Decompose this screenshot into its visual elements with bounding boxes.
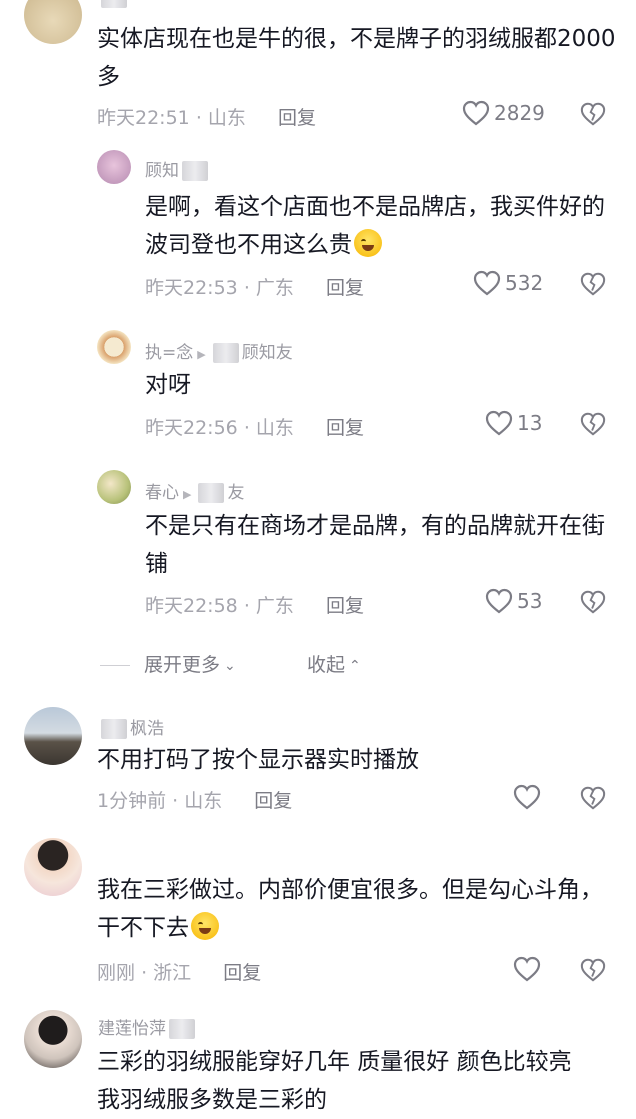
comment-time: 刚刚 xyxy=(97,962,136,984)
divider xyxy=(100,665,130,666)
comment-time: 昨天22:56 xyxy=(145,417,238,439)
heart-outline-icon xyxy=(513,784,541,810)
comment-meta: 昨天22:58 · 广东 回复 xyxy=(145,591,364,618)
comment-text: 对呀 xyxy=(145,372,191,398)
comment-time: 1分钟前 xyxy=(97,790,167,812)
dislike-button[interactable] xyxy=(580,101,606,127)
rofl-emoji xyxy=(191,912,219,940)
laugh-cry-emoji xyxy=(354,229,382,257)
avatar[interactable] xyxy=(24,1010,82,1068)
comment-text: 三彩的羽绒服能穿好几年 质量很好 颜色比较亮 我羽绒服多数是三彩的 xyxy=(97,1049,572,1113)
reply-arrow-icon: ▶ xyxy=(197,348,206,361)
meta-separator: · xyxy=(195,107,202,129)
like-count: 532 xyxy=(505,271,544,295)
comment-meta: 昨天22:53 · 广东 回复 xyxy=(145,273,364,300)
expand-more-button[interactable]: 展开更多 ⌄ xyxy=(144,654,236,676)
like-button[interactable]: 2829 xyxy=(462,100,545,126)
broken-heart-icon xyxy=(580,271,606,297)
like-button[interactable]: 13 xyxy=(485,410,542,436)
dislike-button[interactable] xyxy=(580,411,606,437)
collapse-button[interactable]: 收起 ⌃ xyxy=(307,650,361,677)
avatar[interactable] xyxy=(97,470,131,504)
comment-region: 山东 xyxy=(255,417,294,439)
comment-region: 山东 xyxy=(207,107,246,129)
comment-meta: 昨天22:51 · 山东 回复 xyxy=(97,103,316,130)
meta-separator: · xyxy=(243,277,250,299)
username[interactable]: 枫浩 xyxy=(98,714,164,739)
reply-button[interactable]: 回复 xyxy=(254,790,292,812)
comment-region: 广东 xyxy=(255,595,294,617)
chevron-down-icon: ⌄ xyxy=(224,658,236,674)
username[interactable]: 执=念 ▶ 顾知友 xyxy=(145,338,293,363)
comment-region: 山东 xyxy=(184,790,223,812)
heart-outline-icon xyxy=(485,410,513,436)
dislike-button[interactable] xyxy=(580,957,606,983)
comment-text: 是啊，看这个店面也不是品牌店，我买件好的波司登也不用这么贵 xyxy=(145,194,605,258)
comment-text: 不是只有在商场才是品牌，有的品牌就开在街铺 xyxy=(145,513,605,577)
avatar[interactable] xyxy=(97,150,131,184)
like-button[interactable]: 53 xyxy=(485,588,542,614)
heart-outline-icon xyxy=(513,956,541,982)
comment-text: 我在三彩做过。内部价便宜很多。但是勾心斗角，干不下去 xyxy=(97,877,603,941)
dislike-button[interactable] xyxy=(580,271,606,297)
comment-meta: 刚刚 · 浙江 回复 xyxy=(97,958,261,985)
reply-button[interactable]: 回复 xyxy=(223,962,261,984)
avatar[interactable] xyxy=(97,330,131,364)
comment-meta: 昨天22:56 · 山东 回复 xyxy=(145,413,364,440)
heart-outline-icon xyxy=(473,270,501,296)
broken-heart-icon xyxy=(580,411,606,437)
dislike-button[interactable] xyxy=(580,589,606,615)
meta-separator: · xyxy=(172,790,179,812)
reply-button[interactable]: 回复 xyxy=(326,277,364,299)
heart-outline-icon xyxy=(462,100,490,126)
comment-text: 不用打码了按个显示器实时播放 xyxy=(97,747,419,773)
username-blurred[interactable] xyxy=(98,0,130,8)
dislike-button[interactable] xyxy=(580,785,606,811)
chevron-up-icon: ⌃ xyxy=(349,658,361,674)
comment-text: 实体店现在也是牛的很，不是牌子的羽绒服都2000多 xyxy=(97,26,616,90)
username[interactable]: 春心 ▶ 友 xyxy=(145,478,244,503)
reply-button[interactable]: 回复 xyxy=(278,107,316,129)
comment-region: 广东 xyxy=(255,277,294,299)
meta-separator: · xyxy=(243,595,250,617)
reply-button[interactable]: 回复 xyxy=(326,595,364,617)
broken-heart-icon xyxy=(580,957,606,983)
comment-region: 浙江 xyxy=(153,962,192,984)
reply-arrow-icon: ▶ xyxy=(183,488,192,501)
avatar[interactable] xyxy=(24,707,82,765)
like-count: 13 xyxy=(517,411,543,435)
avatar[interactable] xyxy=(24,838,82,896)
broken-heart-icon xyxy=(580,589,606,615)
comment-meta: 1分钟前 · 山东 回复 xyxy=(97,786,292,813)
like-button[interactable] xyxy=(513,956,545,982)
meta-separator: · xyxy=(141,962,148,984)
comment-time: 昨天22:53 xyxy=(145,277,238,299)
comment-time: 昨天22:58 xyxy=(145,595,238,617)
avatar[interactable] xyxy=(24,0,82,44)
username[interactable]: 建莲怡萍 xyxy=(98,1014,198,1039)
broken-heart-icon xyxy=(580,785,606,811)
reply-button[interactable]: 回复 xyxy=(326,417,364,439)
comment-time: 昨天22:51 xyxy=(97,107,190,129)
thread-controls: 展开更多 ⌄ xyxy=(100,650,236,677)
broken-heart-icon xyxy=(580,101,606,127)
heart-outline-icon xyxy=(485,588,513,614)
like-count: 53 xyxy=(517,589,543,613)
like-count: 2829 xyxy=(494,101,545,125)
meta-separator: · xyxy=(243,417,250,439)
like-button[interactable]: 532 xyxy=(473,270,543,296)
username[interactable]: 顾知 xyxy=(145,156,211,181)
like-button[interactable] xyxy=(513,784,545,810)
